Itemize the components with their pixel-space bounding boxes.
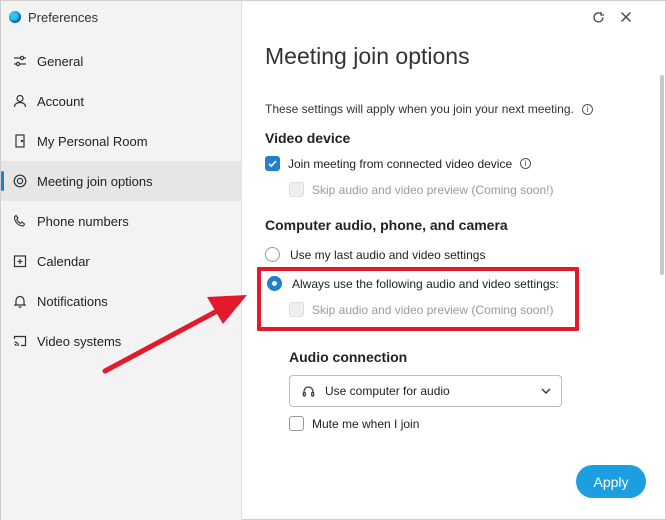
calendar-icon	[13, 254, 27, 268]
join-connected-device-checkbox[interactable]	[265, 156, 280, 171]
join-connected-device-option[interactable]: Join meeting from connected video device…	[265, 156, 532, 171]
mute-on-join-checkbox[interactable]	[289, 416, 304, 431]
sidebar-item-notifications[interactable]: Notifications	[1, 281, 242, 321]
window-title: Preferences	[9, 9, 98, 25]
audio-connection-heading: Audio connection	[289, 349, 408, 365]
video-skip-preview-checkbox	[289, 182, 304, 197]
phone-icon	[13, 214, 27, 228]
sidebar-item-label: Meeting join options	[37, 173, 153, 189]
person-icon	[13, 94, 27, 108]
join-icon	[13, 174, 27, 188]
sidebar-item-label: General	[37, 53, 84, 69]
webex-logo-icon	[9, 11, 21, 23]
chevron-down-icon	[540, 385, 552, 400]
sidebar-item-meeting-join-options[interactable]: Meeting join options	[1, 161, 242, 201]
sidebar-item-label: Calendar	[37, 253, 90, 269]
apply-button[interactable]: Apply	[576, 465, 646, 498]
preferences-window: Preferences General Account My Personal …	[0, 0, 666, 520]
annotation-highlight-box	[257, 267, 579, 331]
sidebar-item-calendar[interactable]: Calendar	[1, 241, 242, 281]
door-icon	[13, 134, 27, 148]
use-last-settings-radio[interactable]	[265, 247, 280, 262]
info-text-label: These settings will apply when you join …	[265, 102, 574, 116]
use-last-settings-option[interactable]: Use my last audio and video settings	[265, 247, 485, 262]
audio-connection-dropdown[interactable]: Use computer for audio	[289, 375, 562, 407]
audio-connection-selected: Use computer for audio	[325, 384, 450, 398]
cast-icon	[13, 334, 27, 348]
sidebar-item-label: Video systems	[37, 333, 122, 349]
info-icon[interactable]: i	[520, 158, 532, 169]
computer-audio-heading: Computer audio, phone, and camera	[265, 217, 508, 233]
video-device-heading: Video device	[265, 130, 351, 146]
use-last-settings-label: Use my last audio and video settings	[290, 247, 486, 262]
sidebar-item-label: Account	[37, 93, 84, 109]
sidebar-item-general[interactable]: General	[1, 41, 242, 81]
sidebar-item-label: My Personal Room	[37, 133, 148, 149]
sidebar-item-label: Notifications	[37, 293, 108, 309]
sliders-icon	[13, 54, 27, 68]
main-panel: Meeting join options These settings will…	[243, 1, 666, 520]
headset-icon	[302, 385, 315, 398]
info-icon[interactable]: i	[581, 103, 593, 115]
sidebar: Preferences General Account My Personal …	[1, 1, 242, 520]
video-skip-preview-option: Skip audio and video preview (Coming soo…	[289, 182, 553, 197]
video-skip-preview-label: Skip audio and video preview (Coming soo…	[312, 182, 554, 197]
bell-icon	[13, 294, 27, 308]
page-title: Meeting join options	[265, 43, 470, 69]
mute-on-join-label: Mute me when I join	[312, 416, 420, 431]
sidebar-item-phone-numbers[interactable]: Phone numbers	[1, 201, 242, 241]
info-text: These settings will apply when you join …	[265, 102, 593, 116]
join-connected-device-label: Join meeting from connected video device	[288, 156, 513, 171]
mute-on-join-option[interactable]: Mute me when I join	[289, 416, 419, 431]
window-title-text: Preferences	[28, 9, 99, 25]
sidebar-nav: General Account My Personal Room Meeting…	[1, 41, 242, 361]
scrollbar[interactable]	[660, 75, 664, 275]
sidebar-item-personal-room[interactable]: My Personal Room	[1, 121, 242, 161]
sidebar-item-account[interactable]: Account	[1, 81, 242, 121]
sidebar-item-video-systems[interactable]: Video systems	[1, 321, 242, 361]
sidebar-item-label: Phone numbers	[37, 213, 129, 229]
